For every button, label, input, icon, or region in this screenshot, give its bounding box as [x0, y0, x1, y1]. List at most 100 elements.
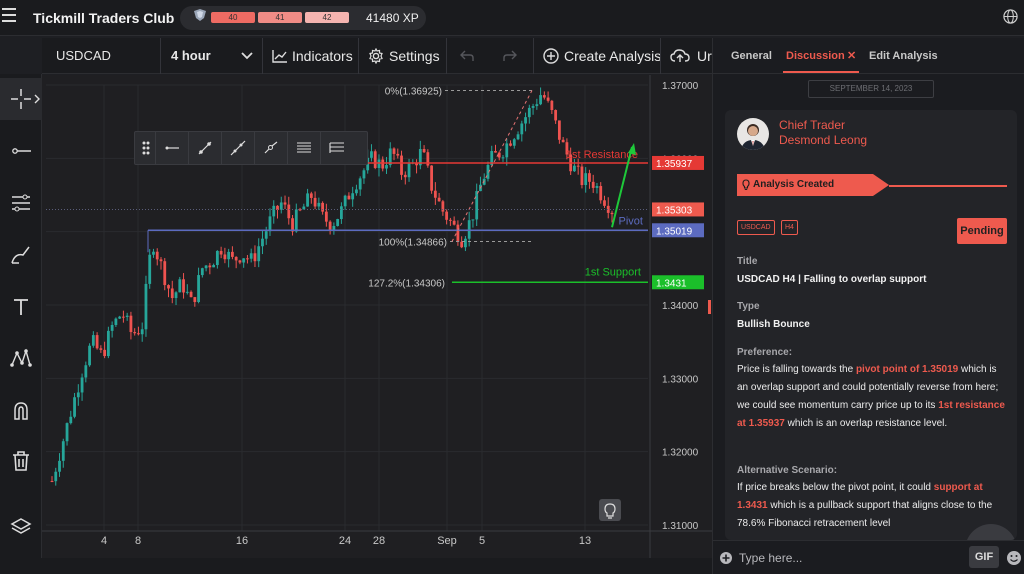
text-icon [14, 299, 28, 315]
app-title: Tickmill Traders Club [33, 10, 175, 26]
upload-button[interactable]: Ur [697, 38, 712, 74]
info-line-icon [264, 141, 278, 154]
symbol-selector[interactable]: USDCAD [56, 38, 111, 74]
xp-level-segment: 40 [211, 12, 255, 23]
layers-tool[interactable] [0, 506, 42, 548]
candle-body [324, 211, 328, 222]
candle-body [234, 256, 238, 261]
settings-button[interactable]: Settings [389, 38, 440, 74]
close-tab-icon[interactable]: ✕ [847, 49, 856, 62]
parallel-channel-tool[interactable] [287, 132, 320, 164]
cloud-upload-icon[interactable] [670, 48, 690, 64]
candle-body [204, 265, 208, 269]
candle-body [159, 259, 163, 262]
candle-body [170, 288, 174, 299]
emoji-icon[interactable] [1006, 550, 1022, 566]
extended-line-tool[interactable] [221, 132, 254, 164]
candle-body [283, 202, 287, 205]
tab-discussion[interactable]: Discussion [786, 50, 845, 62]
text-tool[interactable] [0, 286, 42, 328]
active-tab-underline [783, 71, 859, 73]
pivot-label: Pivot [619, 215, 643, 227]
candle-body [347, 195, 351, 200]
author-photo-icon [741, 124, 765, 150]
candle-body [69, 416, 73, 424]
candle-body [321, 202, 325, 212]
horizontal-line-icon [12, 148, 31, 154]
candle-body [144, 283, 148, 330]
crosshair-tool[interactable] [0, 78, 42, 120]
candle-body [110, 324, 114, 331]
date-tick-label: 24 [339, 535, 351, 547]
candle-body [163, 261, 167, 286]
indicators-button[interactable]: Indicators [292, 38, 353, 74]
fib-0-label: 0%(1.36925) [385, 87, 442, 98]
channel-tool[interactable] [0, 182, 42, 224]
fib-100-label: 100%(1.34866) [379, 237, 447, 248]
info-line-tool[interactable] [254, 132, 287, 164]
candle-body [95, 335, 99, 349]
create-analysis-button[interactable]: Create Analysis [564, 38, 661, 74]
candle-body [573, 165, 576, 172]
date-tick-label: 13 [579, 535, 591, 547]
horizontal-line-tool[interactable] [0, 130, 42, 172]
magnet-tool[interactable] [0, 390, 42, 432]
date-tick-label: 5 [479, 535, 485, 547]
redo-icon[interactable] [503, 50, 517, 62]
candle-body [464, 238, 467, 248]
candle-body [185, 291, 189, 293]
timeframe-tag: H4 [781, 220, 798, 235]
top-bar: Tickmill Traders Club 40 41 42 41480 XP [0, 0, 1024, 36]
author-role: Chief Trader [779, 118, 846, 132]
menu-icon[interactable] [2, 8, 18, 22]
candle-body [430, 165, 433, 191]
candle-body [287, 204, 291, 219]
candle-body [182, 279, 185, 293]
avatar[interactable] [737, 118, 769, 150]
preference-label: Preference: [737, 347, 793, 358]
fib-retracement-tool[interactable] [320, 132, 353, 164]
candle-body [595, 186, 599, 188]
drawing-tools-sidebar [0, 74, 42, 558]
tab-general[interactable]: General [731, 50, 772, 62]
drag-handle-icon[interactable] [141, 140, 151, 156]
candle-body [531, 106, 535, 108]
candle-body [603, 200, 606, 206]
tab-edit-analysis[interactable]: Edit Analysis [869, 50, 938, 62]
horizontal-ray-icon [165, 146, 179, 150]
trend-line-tool[interactable] [188, 132, 221, 164]
brush-tool[interactable] [0, 234, 42, 276]
candle-body [385, 165, 388, 169]
text-fragment: Price is falling towards the [737, 364, 856, 375]
candle-body [336, 219, 340, 226]
candle-body [509, 143, 512, 146]
add-circle-icon[interactable] [543, 48, 559, 64]
add-attachment-icon[interactable] [719, 551, 733, 565]
delete-tool[interactable] [0, 440, 42, 482]
candle-body [351, 193, 355, 200]
globe-icon[interactable] [1003, 9, 1018, 24]
indicators-icon[interactable] [272, 49, 288, 63]
candle-body [433, 190, 437, 198]
candle-body [494, 151, 497, 153]
banner-label: Analysis Created [753, 179, 835, 190]
candle-body [306, 193, 309, 207]
candle-body [261, 238, 264, 247]
author-name[interactable]: Desmond Leong [779, 133, 867, 147]
comment-input[interactable]: Type here... [739, 551, 802, 565]
analysis-panel: General Discussion ✕ Edit Analysis SEPTE… [712, 38, 1024, 574]
date-tick-label: 8 [135, 535, 141, 547]
candle-body [370, 151, 373, 158]
layers-icon [10, 518, 32, 534]
candle-body [355, 189, 358, 194]
candle-body [223, 254, 227, 260]
horizontal-ray-tool[interactable] [155, 132, 188, 164]
gear-icon[interactable] [368, 48, 384, 64]
pattern-tool[interactable] [0, 338, 42, 380]
candle-body [588, 173, 591, 182]
timeframe-selector[interactable]: 4 hour [171, 38, 211, 74]
candle-body [524, 117, 527, 124]
undo-icon[interactable] [460, 50, 474, 62]
chevron-down-icon[interactable] [241, 52, 253, 60]
gif-button[interactable]: GIF [969, 546, 999, 568]
